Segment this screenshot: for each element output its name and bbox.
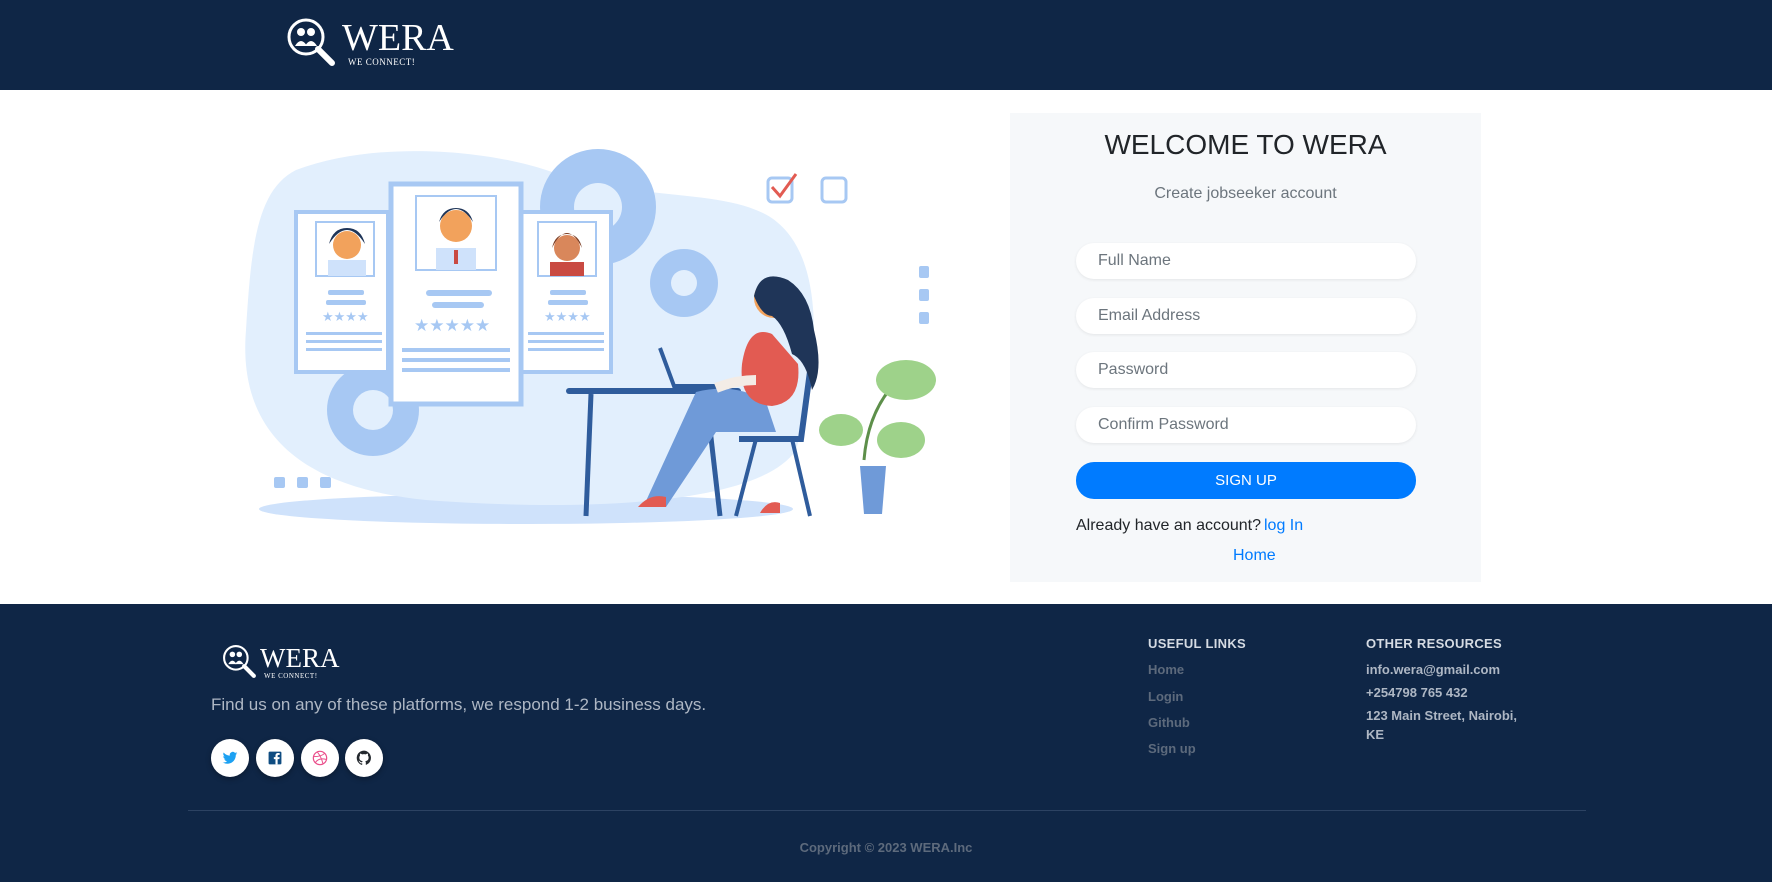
footer-divider xyxy=(188,810,1586,811)
password-input[interactable] xyxy=(1076,352,1416,388)
signup-panel: WELCOME TO WERA Create jobseeker account… xyxy=(1010,113,1481,582)
email-input[interactable] xyxy=(1076,298,1416,334)
logo-magnifier-icon xyxy=(223,645,256,678)
twitter-button[interactable] xyxy=(211,739,249,777)
footer-brand: WERA xyxy=(260,642,340,673)
github-button[interactable] xyxy=(345,739,383,777)
confirm-password-input[interactable] xyxy=(1076,407,1416,443)
footer-logo[interactable]: WERA WE CONNECT! xyxy=(222,644,339,680)
footer-link-home[interactable]: Home xyxy=(1148,662,1184,677)
footer-tagline: Find us on any of these platforms, we re… xyxy=(211,695,707,714)
top-navbar: WERA WE CONNECT! xyxy=(0,0,1772,90)
contact-email: info.wera@gmail.com xyxy=(1366,662,1501,677)
dribbble-icon xyxy=(312,750,328,766)
dribbble-button[interactable] xyxy=(301,739,339,777)
facebook-icon xyxy=(268,751,282,765)
already-have-account-text: Already have an account? xyxy=(1076,517,1262,534)
contact-address: 123 Main Street, Nairobi, KE xyxy=(1366,708,1517,742)
facebook-button[interactable] xyxy=(256,739,294,777)
svg-text:★★★★: ★★★★ xyxy=(322,310,369,325)
footer-slogan: WE CONNECT! xyxy=(264,671,318,680)
twitter-icon xyxy=(222,751,238,764)
recruitment-illustration: ★★★★ ★★★★ ★★★★★ xyxy=(245,149,936,524)
login-link[interactable]: log In xyxy=(1264,517,1303,535)
footer-link-github[interactable]: Github xyxy=(1148,715,1190,730)
signup-button[interactable]: SIGN UP xyxy=(1076,462,1416,499)
home-link[interactable]: Home xyxy=(1233,547,1276,565)
header-logo[interactable]: WERA WE CONNECT! xyxy=(286,17,454,69)
other-resources-heading: OTHER RESOURCES xyxy=(1366,636,1502,651)
footer-link-login[interactable]: Login xyxy=(1148,689,1183,704)
copyright-text: Copyright © 2023 WERA.Inc xyxy=(799,840,973,855)
footer-link-signup[interactable]: Sign up xyxy=(1148,741,1196,756)
header-brand: WERA xyxy=(342,17,454,59)
welcome-title: WELCOME TO WERA xyxy=(1104,129,1387,160)
contact-phone: +254798 765 432 xyxy=(1366,685,1468,700)
svg-text:★★★★: ★★★★ xyxy=(544,310,591,325)
useful-links-heading: USEFUL LINKS xyxy=(1148,636,1246,651)
svg-text:★★★★★: ★★★★★ xyxy=(414,316,490,336)
github-icon xyxy=(356,750,371,765)
logo-magnifier-icon xyxy=(287,18,335,66)
full-name-input[interactable] xyxy=(1076,243,1416,279)
signup-subtitle: Create jobseeker account xyxy=(1154,185,1337,202)
